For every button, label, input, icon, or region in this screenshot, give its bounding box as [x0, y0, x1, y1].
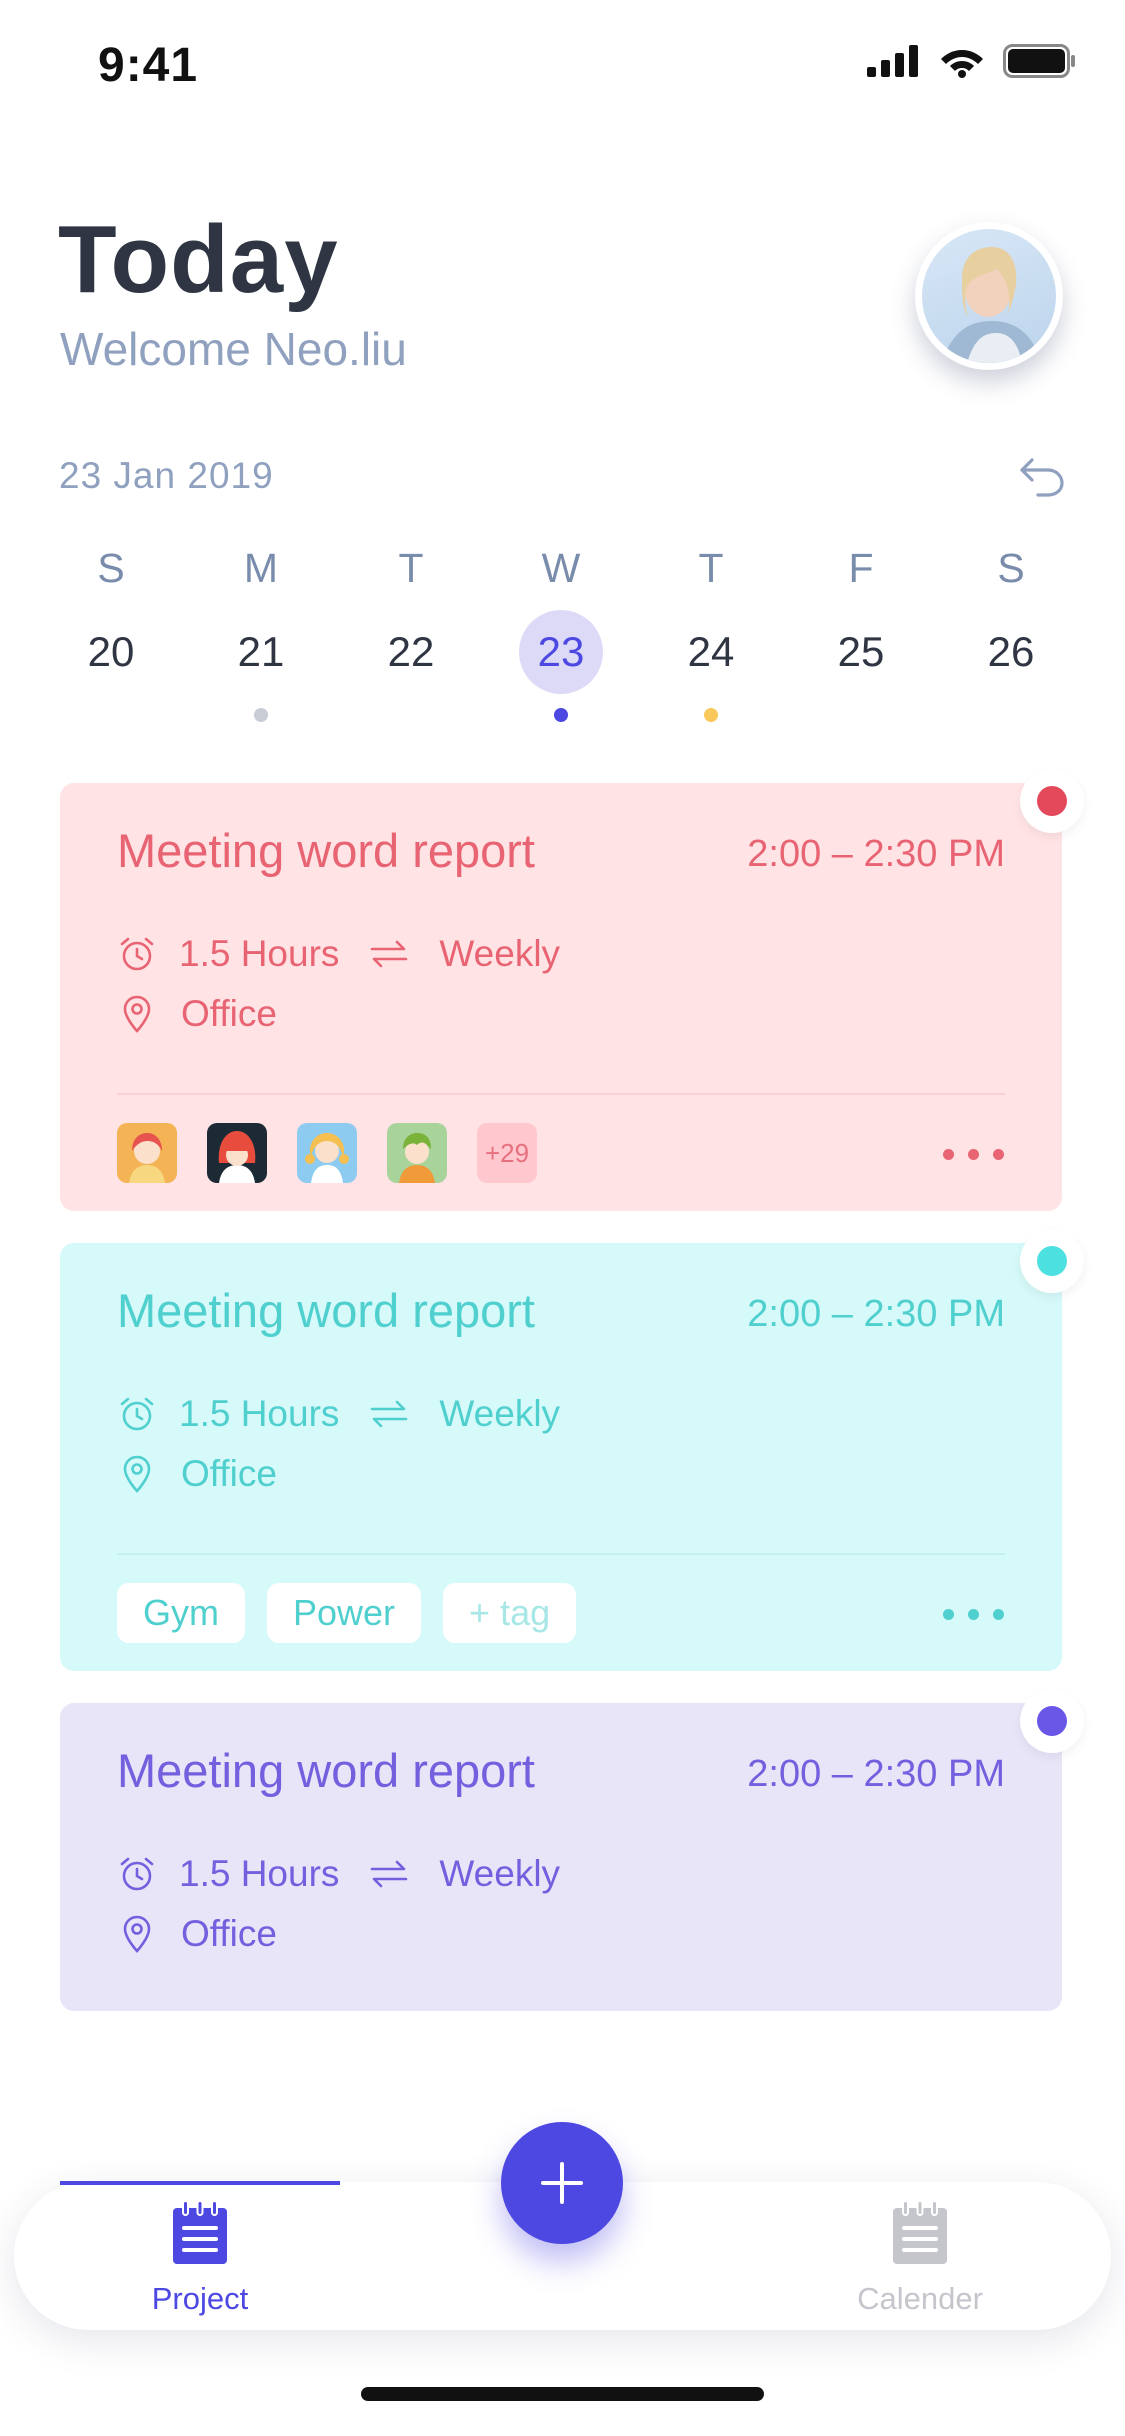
event-time: 2:00 – 2:30 PM — [747, 833, 1005, 875]
day-name: F — [848, 545, 874, 591]
day-number: 22 — [387, 628, 435, 675]
day-wed-23[interactable]: W 23 — [501, 538, 621, 722]
event-indicator-dot — [254, 708, 268, 722]
event-status-dot — [1020, 1689, 1084, 1753]
add-event-button[interactable] — [501, 2122, 623, 2244]
profile-avatar[interactable] — [915, 222, 1063, 370]
battery-icon — [1003, 44, 1075, 78]
attendee-avatar[interactable] — [297, 1123, 357, 1183]
event-card[interactable]: Meeting word report 2:00 – 2:30 PM 1.5 H… — [60, 1229, 1084, 1671]
event-indicator-dot — [554, 708, 568, 722]
status-icons — [867, 44, 1077, 78]
day-number: 26 — [987, 628, 1035, 675]
week-strip: S 20 M 21 T 22 W 23 T 24 F 25 S 26 — [38, 538, 1088, 738]
attendee-avatar[interactable] — [387, 1123, 447, 1183]
day-number: 20 — [87, 628, 135, 675]
day-name: S — [97, 545, 125, 591]
event-title: Meeting word report — [117, 1284, 535, 1337]
day-tue-22[interactable]: T 22 — [351, 538, 471, 694]
event-duration: 1.5 Hours — [179, 1853, 340, 1894]
event-status-dot — [1020, 769, 1084, 833]
event-meta-duration: 1.5 Hours Weekly — [117, 933, 560, 975]
current-date: 23 Jan 2019 — [59, 455, 274, 496]
day-name: W — [541, 545, 581, 591]
attendee-avatar[interactable] — [207, 1123, 267, 1183]
day-name: T — [698, 545, 724, 591]
active-tab-indicator — [60, 2181, 340, 2185]
more-options-button[interactable] — [943, 1149, 1004, 1160]
day-fri-25[interactable]: F 25 — [801, 538, 921, 694]
home-indicator — [361, 2387, 764, 2401]
calendar-notepad-icon — [893, 2200, 947, 2264]
event-location: Office — [181, 1913, 277, 1954]
more-attendees-badge[interactable]: +29 — [477, 1123, 537, 1183]
event-duration: 1.5 Hours — [179, 933, 340, 974]
alarm-clock-icon — [120, 1397, 154, 1431]
undo-icon[interactable] — [1018, 456, 1066, 498]
welcome-text: Welcome Neo.liu — [60, 323, 407, 375]
tab-project-label: Project — [151, 2281, 249, 2316]
day-number-selected: 23 — [519, 610, 603, 694]
event-repeat: Weekly — [439, 1853, 561, 1894]
card-divider — [117, 1553, 1005, 1555]
status-time: 9:41 — [98, 39, 199, 92]
repeat-icon — [371, 940, 408, 968]
location-pin-icon — [123, 1455, 151, 1493]
repeat-icon — [371, 1400, 408, 1428]
wifi-icon — [941, 50, 983, 78]
location-pin-icon — [123, 1915, 151, 1953]
tag-list: Gym Power + tag — [117, 1583, 577, 1643]
event-indicator-dot — [704, 708, 718, 722]
alarm-clock-icon — [120, 937, 154, 971]
page-title: Today — [58, 206, 339, 313]
tag-chip[interactable]: Gym — [117, 1583, 245, 1643]
tab-calendar[interactable]: Calender — [850, 2200, 990, 2317]
alarm-clock-icon — [120, 1857, 154, 1891]
event-meta-location: Office — [117, 1453, 277, 1495]
more-options-button[interactable] — [943, 1609, 1004, 1620]
event-duration: 1.5 Hours — [179, 1393, 340, 1434]
repeat-icon — [371, 1860, 408, 1888]
attendee-avatar[interactable] — [117, 1123, 177, 1183]
signal-icon — [867, 45, 918, 77]
event-repeat: Weekly — [439, 1393, 561, 1434]
event-location: Office — [181, 1453, 277, 1494]
card-divider — [117, 1093, 1005, 1095]
event-time: 2:00 – 2:30 PM — [747, 1753, 1005, 1795]
event-meta-duration: 1.5 Hours Weekly — [117, 1393, 560, 1435]
day-name: S — [997, 545, 1025, 591]
day-name: M — [243, 545, 279, 591]
event-title: Meeting word report — [117, 824, 535, 877]
event-location: Office — [181, 993, 277, 1034]
event-meta-location: Office — [117, 993, 277, 1035]
avatar-photo — [922, 229, 1056, 363]
day-number: 24 — [687, 628, 735, 675]
notepad-icon — [173, 2200, 227, 2264]
event-card[interactable]: Meeting word report 2:00 – 2:30 PM 1.5 H… — [60, 769, 1084, 1211]
tab-project[interactable]: Project — [130, 2200, 270, 2317]
day-sat-26[interactable]: S 26 — [951, 538, 1071, 694]
event-meta-duration: 1.5 Hours Weekly — [117, 1853, 560, 1895]
day-name: T — [398, 545, 424, 591]
event-status-dot — [1020, 1229, 1084, 1293]
day-sun-20[interactable]: S 20 — [51, 538, 171, 694]
add-tag-button[interactable]: + tag — [443, 1583, 577, 1643]
tab-calendar-label: Calender — [857, 2281, 983, 2316]
event-time: 2:00 – 2:30 PM — [747, 1293, 1005, 1335]
day-number: 25 — [837, 628, 885, 675]
day-mon-21[interactable]: M 21 — [201, 538, 321, 722]
tag-chip[interactable]: Power — [267, 1583, 422, 1643]
event-card[interactable]: Meeting word report 2:00 – 2:30 PM 1.5 H… — [60, 1689, 1084, 2011]
location-pin-icon — [123, 995, 151, 1033]
attendee-list: +29 — [117, 1123, 537, 1183]
plus-icon — [541, 2162, 583, 2204]
event-title: Meeting word report — [117, 1744, 535, 1797]
event-meta-location: Office — [117, 1913, 277, 1955]
day-thu-24[interactable]: T 24 — [651, 538, 771, 722]
event-repeat: Weekly — [439, 933, 561, 974]
day-number: 21 — [237, 628, 285, 675]
